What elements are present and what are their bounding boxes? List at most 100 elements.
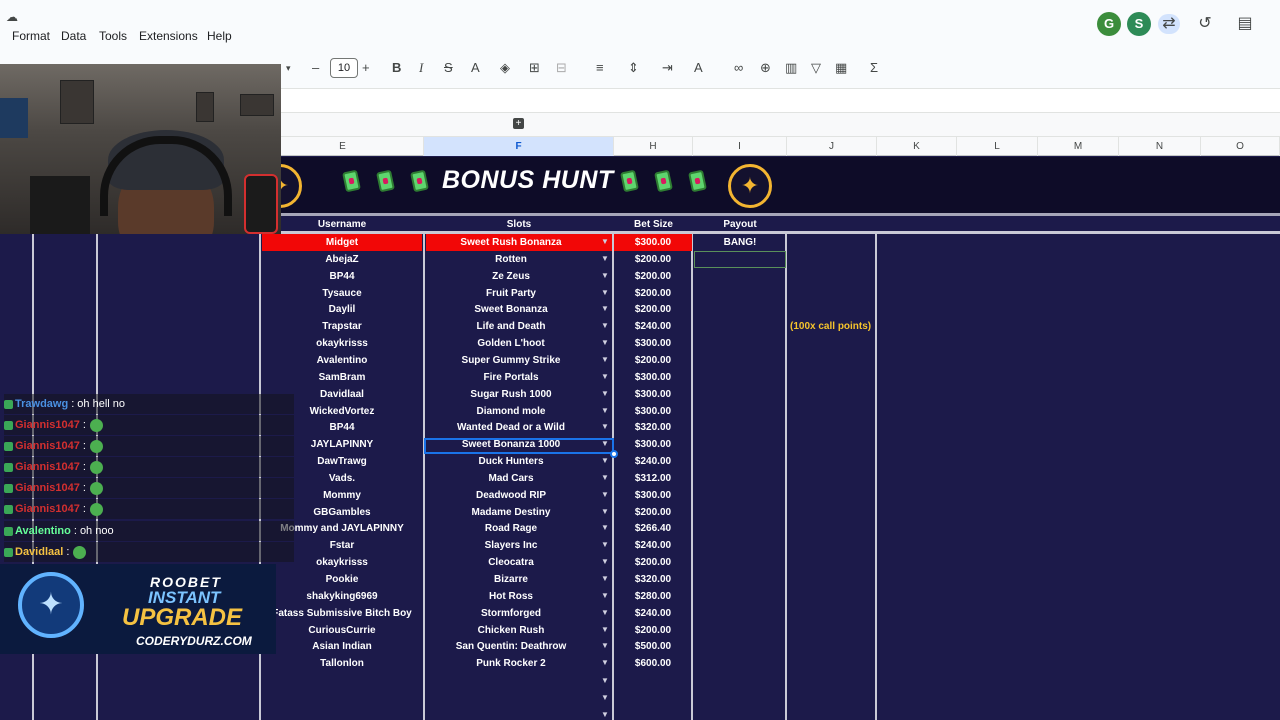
slot-cell[interactable]: Sweet Bonanza (426, 301, 596, 318)
slot-cell[interactable]: Punk Rocker 2 (426, 655, 596, 672)
dropdown-arrow-icon[interactable]: ▼ (601, 372, 609, 381)
dropdown-arrow-icon[interactable]: ▼ (601, 422, 609, 431)
username-cell[interactable]: SamBram (262, 369, 422, 386)
collaborator-avatar-g[interactable]: G (1097, 12, 1121, 36)
column-header-e[interactable]: E (262, 137, 424, 156)
functions-button[interactable]: Σ (870, 60, 878, 76)
insert-comment-icon[interactable]: ⊕ (760, 60, 771, 76)
chat-username[interactable]: Giannis1047 (15, 461, 80, 473)
active-cell[interactable] (424, 438, 614, 454)
comments-icon[interactable]: ▤ (1234, 14, 1256, 34)
bet-cell[interactable]: $200.00 (614, 285, 692, 302)
column-header-o[interactable]: O (1201, 137, 1280, 156)
username-cell[interactable]: Tysauce (262, 285, 422, 302)
bet-cell[interactable]: $200.00 (614, 251, 692, 268)
menu-extensions[interactable]: Extensions (139, 29, 198, 43)
bet-cell[interactable]: $240.00 (614, 318, 692, 335)
text-rotation-icon[interactable]: A (694, 60, 703, 76)
username-cell[interactable]: okaykrisss (262, 335, 422, 352)
bet-cell[interactable]: $320.00 (614, 571, 692, 588)
bet-cell[interactable]: $300.00 (614, 369, 692, 386)
bet-cell[interactable]: $200.00 (614, 554, 692, 571)
bet-cell[interactable]: $600.00 (614, 655, 692, 672)
slot-cell[interactable]: Bizarre (426, 571, 596, 588)
dropdown-arrow-icon[interactable]: ▼ (601, 507, 609, 516)
slot-cell[interactable]: Madame Destiny (426, 504, 596, 521)
bet-cell[interactable]: $300.00 (614, 403, 692, 420)
dropdown-arrow-icon[interactable]: ▼ (601, 237, 609, 246)
bet-cell[interactable]: $300.00 (614, 335, 692, 352)
slot-cell[interactable]: San Quentin: Deathrow (426, 638, 596, 655)
bold-button[interactable]: B (392, 60, 401, 76)
selected-payout-cell[interactable] (694, 251, 786, 268)
dropdown-arrow-icon[interactable]: ▼ (601, 355, 609, 364)
dropdown-arrow-icon[interactable]: ▼ (601, 710, 609, 719)
dropdown-arrow-icon[interactable]: ▼ (601, 658, 609, 667)
slot-cell[interactable]: Sugar Rush 1000 (426, 386, 596, 403)
column-header-m[interactable]: M (1038, 137, 1119, 156)
fill-handle[interactable] (610, 450, 618, 458)
dropdown-arrow-icon[interactable]: ▼ (601, 271, 609, 280)
borders-icon[interactable]: ⊞ (529, 60, 540, 76)
slot-cell[interactable]: Stormforged (426, 605, 596, 622)
present-icon[interactable]: ⇄ (1158, 14, 1180, 34)
slot-cell[interactable]: Ze Zeus (426, 268, 596, 285)
bet-cell[interactable]: $200.00 (614, 504, 692, 521)
payout-cell[interactable]: BANG! (694, 234, 786, 251)
slot-cell[interactable]: Chicken Rush (426, 622, 596, 639)
column-header-i[interactable]: I (693, 137, 787, 156)
increase-font-button[interactable]: + (362, 60, 370, 76)
slot-cell[interactable]: Life and Death (426, 318, 596, 335)
decrease-font-button[interactable]: – (312, 60, 319, 76)
slot-cell[interactable]: Fire Portals (426, 369, 596, 386)
username-cell[interactable]: Daylil (262, 301, 422, 318)
bet-cell[interactable]: $280.00 (614, 588, 692, 605)
dropdown-arrow-icon[interactable]: ▼ (601, 625, 609, 634)
bet-cell[interactable]: $200.00 (614, 268, 692, 285)
bet-cell[interactable]: $240.00 (614, 537, 692, 554)
dropdown-arrow-icon[interactable]: ▼ (601, 574, 609, 583)
column-header-f[interactable]: F (424, 137, 614, 156)
column-header-n[interactable]: N (1119, 137, 1201, 156)
slot-cell[interactable]: Deadwood RIP (426, 487, 596, 504)
menu-data[interactable]: Data (61, 29, 86, 43)
column-header-h[interactable]: H (614, 137, 693, 156)
chat-username[interactable]: Trawdawg (15, 398, 68, 410)
insert-link-icon[interactable]: ∞ (734, 60, 743, 76)
dropdown-arrow-icon[interactable]: ▼ (601, 676, 609, 685)
slot-cell[interactable]: Hot Ross (426, 588, 596, 605)
bet-cell[interactable]: $240.00 (614, 453, 692, 470)
username-cell[interactable]: Trapstar (262, 318, 422, 335)
username-cell[interactable]: AbejaZ (262, 251, 422, 268)
dropdown-arrow-icon[interactable]: ▼ (601, 304, 609, 313)
username-cell[interactable]: Pookie (262, 571, 422, 588)
bet-cell[interactable]: $300.00 (614, 487, 692, 504)
username-cell[interactable]: Fatass Submissive Bitch Boy (262, 605, 422, 622)
bet-cell[interactable]: $240.00 (614, 605, 692, 622)
username-cell[interactable]: Tallonlon (262, 655, 422, 672)
slot-cell[interactable]: Golden L'hoot (426, 335, 596, 352)
history-icon[interactable]: ↺ (1194, 14, 1216, 34)
dropdown-arrow-icon[interactable]: ▼ (601, 557, 609, 566)
chat-username[interactable]: Giannis1047 (15, 419, 80, 431)
chat-username[interactable]: Davidlaal (15, 546, 63, 558)
column-header-k[interactable]: K (877, 137, 957, 156)
menu-tools[interactable]: Tools (99, 29, 127, 43)
promo-banner[interactable]: ✦ ROOBET INSTANT UPGRADE CODERYDURZ.COM (0, 564, 276, 654)
dropdown-arrow-icon[interactable]: ▼ (601, 321, 609, 330)
chat-username[interactable]: Giannis1047 (15, 440, 80, 452)
dropdown-arrow-icon[interactable]: ▼ (601, 591, 609, 600)
slot-cell[interactable]: Rotten (426, 251, 596, 268)
username-cell[interactable]: Midget (262, 234, 422, 251)
dropdown-arrow-icon[interactable]: ▼ (601, 540, 609, 549)
bet-cell[interactable]: $500.00 (614, 638, 692, 655)
text-wrap-icon[interactable]: ⇥ (662, 60, 673, 76)
expand-group-icon[interactable]: + (513, 118, 524, 129)
bet-cell[interactable]: $200.00 (614, 352, 692, 369)
slot-cell[interactable]: Diamond mole (426, 403, 596, 420)
dropdown-arrow-icon[interactable]: ▼ (601, 608, 609, 617)
dropdown-arrow-icon[interactable]: ▼ (601, 490, 609, 499)
bet-cell[interactable]: $300.00 (614, 386, 692, 403)
dropdown-arrow-icon[interactable]: ▼ (601, 254, 609, 263)
slot-cell[interactable]: Mad Cars (426, 470, 596, 487)
